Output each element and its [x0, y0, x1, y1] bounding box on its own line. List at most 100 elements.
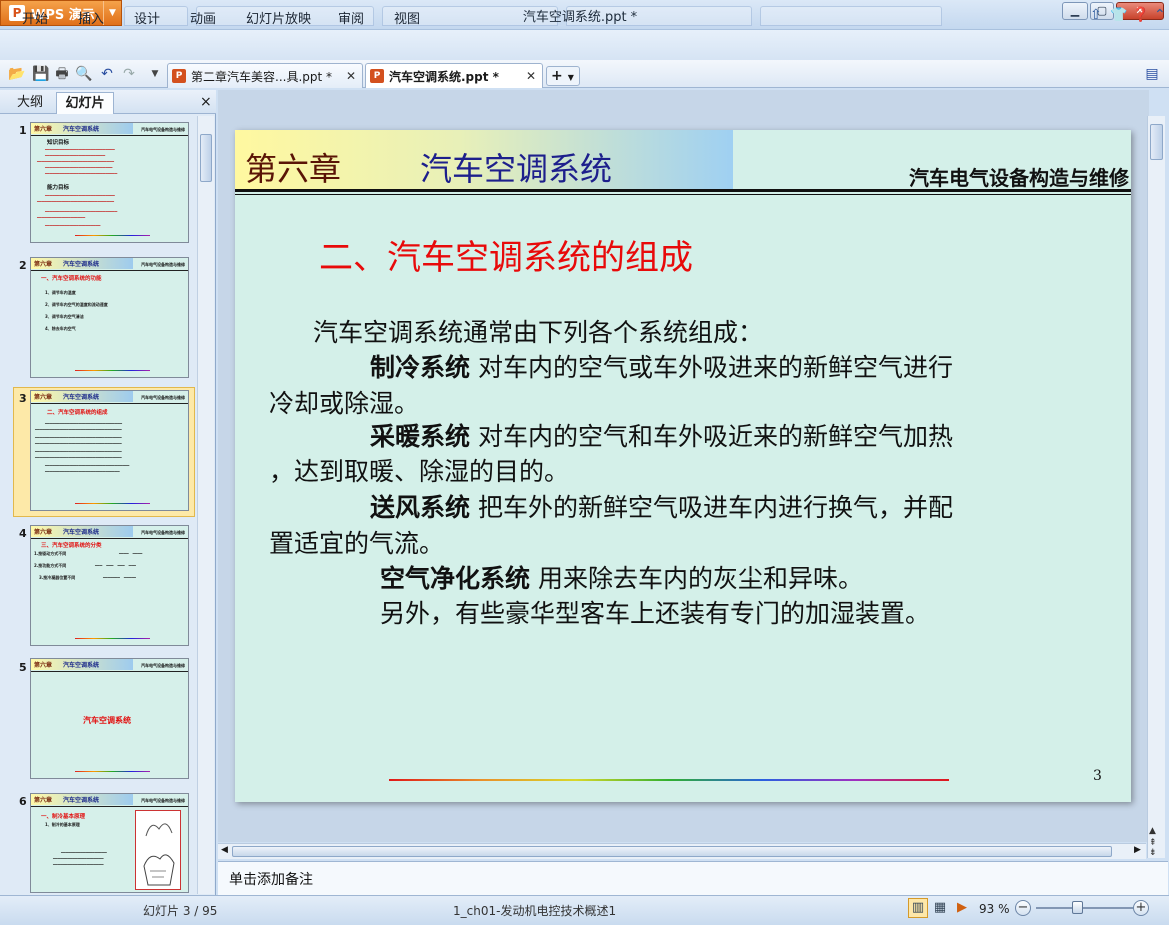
- help-icon[interactable]: ❓: [1132, 7, 1149, 23]
- print-preview-icon[interactable]: 🔍: [75, 65, 93, 83]
- redo-icon[interactable]: ↷: [120, 65, 138, 83]
- scroll-thumb[interactable]: [232, 846, 1112, 857]
- zoom-level[interactable]: 93 %: [979, 902, 1010, 916]
- slide-thumbnail-4[interactable]: 第六章 汽车空调系统 汽车电气设备构造与维修 三、汽车空调系统的分类 1.按驱动方式…: [30, 525, 189, 646]
- slide-paragraph-cooling[interactable]: 制冷系统 对车内的空气或车外吸进来的新鲜空气进行: [370, 350, 953, 386]
- slide-paragraph-purification[interactable]: 空气净化系统 用来除去车内的灰尘和异味。: [380, 561, 863, 597]
- thumb-line: 2、调节车内空气的湿度和流动速度: [45, 302, 108, 307]
- header-rule-thin: [235, 194, 1131, 195]
- new-tab-button[interactable]: + ▼: [546, 66, 580, 86]
- slide-paragraph-cooling-cont[interactable]: 冷却或除湿。: [269, 386, 419, 422]
- thumb-course: 汽车电气设备构造与维修: [141, 127, 185, 132]
- close-panel-icon[interactable]: ×: [200, 94, 212, 110]
- slide-paragraph-heating-cont[interactable]: ，达到取暖、除湿的目的。: [269, 454, 569, 490]
- slide-thumbnail-2[interactable]: 第六章 汽车空调系统 汽车电气设备构造与维修 一、汽车空调系统的功能 1、调节车内温…: [30, 257, 189, 378]
- save-icon[interactable]: 💾: [32, 65, 50, 83]
- menu-review[interactable]: 审阅: [338, 8, 364, 27]
- doc-tab-aircon[interactable]: P 汽车空调系统.ppt * ✕: [365, 63, 543, 88]
- doc-tab-label: 第二章汽车美容...具.ppt *: [191, 69, 333, 84]
- thumb-chapter-title: 汽车空调系统: [63, 394, 100, 401]
- thumb-chapter: 第六章: [34, 261, 53, 268]
- skin-shirt-icon[interactable]: 👕: [1110, 7, 1127, 23]
- notes-pane[interactable]: [218, 861, 1168, 895]
- thumb-chapter-title: 汽车空调系统: [63, 529, 100, 536]
- thumb-course: 汽车电气设备构造与维修: [141, 798, 185, 803]
- thumbnail-number: 1: [19, 124, 27, 137]
- tab-list-icon[interactable]: ▤: [1143, 65, 1161, 83]
- thumbnail-number: 3: [19, 392, 27, 405]
- doc-tab-chapter2[interactable]: P 第二章汽车美容...具.ppt * ✕: [167, 63, 363, 88]
- next-slide-icon[interactable]: ⇟: [1149, 848, 1157, 858]
- chevron-down-icon[interactable]: ▼: [568, 73, 574, 82]
- thumbnail-number: 4: [19, 527, 27, 540]
- scroll-thumb[interactable]: [1150, 124, 1163, 160]
- slide-intro-text[interactable]: 汽车空调系统通常由下列各个系统组成：: [313, 315, 763, 351]
- close-tab-icon[interactable]: ✕: [346, 69, 356, 83]
- slide-course-name[interactable]: 汽车电气设备构造与维修: [909, 162, 1129, 191]
- header-rule-thick: [235, 189, 1131, 192]
- undo-icon[interactable]: ↶: [98, 65, 116, 83]
- menu-bar: [0, 30, 1169, 60]
- zoom-slider-track[interactable]: [1036, 907, 1133, 909]
- menu-view[interactable]: 视图: [394, 8, 420, 27]
- print-icon[interactable]: 🖶: [53, 65, 71, 83]
- thumb-course: 汽车电气设备构造与维修: [141, 395, 185, 400]
- desc-purification: 用来除去车内的灰尘和异味。: [530, 564, 863, 593]
- term-heating: 采暖系统: [370, 422, 471, 451]
- thumb-title: 一、汽车空调系统的功能: [41, 276, 102, 282]
- menu-animation[interactable]: 动画: [190, 8, 216, 27]
- current-slide[interactable]: 第六章 汽车空调系统 汽车电气设备构造与维修 二、汽车空调系统的组成 汽车空调系…: [235, 130, 1131, 802]
- tab-outline[interactable]: 大纲: [10, 92, 50, 114]
- thumb-title: 汽车空调系统: [83, 716, 131, 725]
- scroll-thumb[interactable]: [200, 134, 212, 182]
- prev-slide-icon[interactable]: ⇞: [1149, 838, 1157, 848]
- thumb-title-2: 能力目标: [47, 185, 70, 191]
- normal-view-icon[interactable]: ▥: [908, 898, 928, 918]
- minimize-button[interactable]: ▁: [1062, 2, 1088, 20]
- slideshow-icon[interactable]: ▶: [952, 898, 972, 918]
- close-tab-icon[interactable]: ✕: [526, 69, 536, 83]
- menu-home[interactable]: 开始: [22, 8, 48, 27]
- customize-toolbar-icon[interactable]: ▼: [146, 65, 164, 83]
- thumb-chapter-title: 汽车空调系统: [63, 261, 100, 268]
- menu-design[interactable]: 设计: [134, 8, 160, 27]
- slide-paragraph-humidifier[interactable]: 另外，有些豪华型客车上还装有专门的加湿装置。: [380, 596, 930, 632]
- zoom-out-button[interactable]: −: [1015, 900, 1031, 916]
- thumb-course: 汽车电气设备构造与维修: [141, 663, 185, 668]
- zoom-in-button[interactable]: +: [1133, 900, 1149, 916]
- thumb-line: 3.按冷凝器位置不同: [39, 575, 76, 580]
- menu-slideshow[interactable]: 幻灯片放映: [246, 8, 311, 27]
- thumb-line: 1、制冷的基本原理: [45, 822, 80, 827]
- slide-thumbnail-1[interactable]: 第六章 汽车空调系统 汽车电气设备构造与维修 知识目标 ━━━━━━━━━━━━━━…: [30, 122, 189, 243]
- slide-sorter-icon[interactable]: ▦: [930, 898, 950, 918]
- slide-thumbnail-3[interactable]: 第六章 汽车空调系统 汽车电气设备构造与维修 二、汽车空调系统的组成 ━━━━━━━…: [30, 390, 189, 511]
- zoom-slider-knob[interactable]: [1072, 901, 1083, 914]
- minimize-ribbon-icon[interactable]: ⌃: [1154, 7, 1166, 23]
- slide-chapter-title[interactable]: 汽车空调系统: [420, 144, 612, 190]
- thumbnail-scrollbar[interactable]: [197, 116, 214, 894]
- thumbnail-number: 5: [19, 661, 27, 674]
- slide-paragraph-heating[interactable]: 采暖系统 对车内的空气和车外吸近来的新鲜空气加热: [370, 419, 953, 455]
- slide-horizontal-scrollbar[interactable]: [218, 843, 1146, 859]
- scroll-left-icon[interactable]: ◀: [221, 845, 228, 855]
- tab-slides[interactable]: 幻灯片: [56, 92, 114, 114]
- thumb-line: 1、调节车内温度: [45, 290, 76, 295]
- up-arrow-icon[interactable]: ⇧: [1090, 7, 1102, 23]
- slide-paragraph-ventilation[interactable]: 送风系统 把车外的新鲜空气吸进车内进行换气，并配: [370, 490, 953, 526]
- scroll-right-icon[interactable]: ▶: [1134, 845, 1141, 855]
- scroll-up-icon[interactable]: ▲: [1149, 826, 1156, 836]
- desc-cooling: 对车内的空气或车外吸进来的新鲜空气进行: [470, 353, 953, 382]
- open-folder-icon[interactable]: 📂: [8, 65, 26, 83]
- slide-chapter-label[interactable]: 第六章: [245, 144, 341, 190]
- background-window-tab: [760, 6, 942, 26]
- thumb-chapter-title: 汽车空调系统: [63, 126, 100, 133]
- slide-thumbnail-5[interactable]: 第六章 汽车空调系统 汽车电气设备构造与维修 汽车空调系统: [30, 658, 189, 779]
- slide-thumbnail-6[interactable]: 第六章 汽车空调系统 汽车电气设备构造与维修 一、制冷基本原理 1、制冷的基本原理 …: [30, 793, 189, 893]
- slide-paragraph-ventilation-cont[interactable]: 置适宜的气流。: [269, 526, 444, 562]
- notes-placeholder[interactable]: 单击添加备注: [229, 869, 313, 889]
- slide-heading[interactable]: 二、汽车空调系统的组成: [319, 230, 693, 279]
- menu-insert[interactable]: 插入: [78, 8, 104, 27]
- chevron-down-icon[interactable]: ▼: [103, 1, 121, 25]
- thumb-line: 1.按驱动方式不同: [34, 551, 67, 556]
- slide-vertical-scrollbar[interactable]: [1147, 116, 1165, 858]
